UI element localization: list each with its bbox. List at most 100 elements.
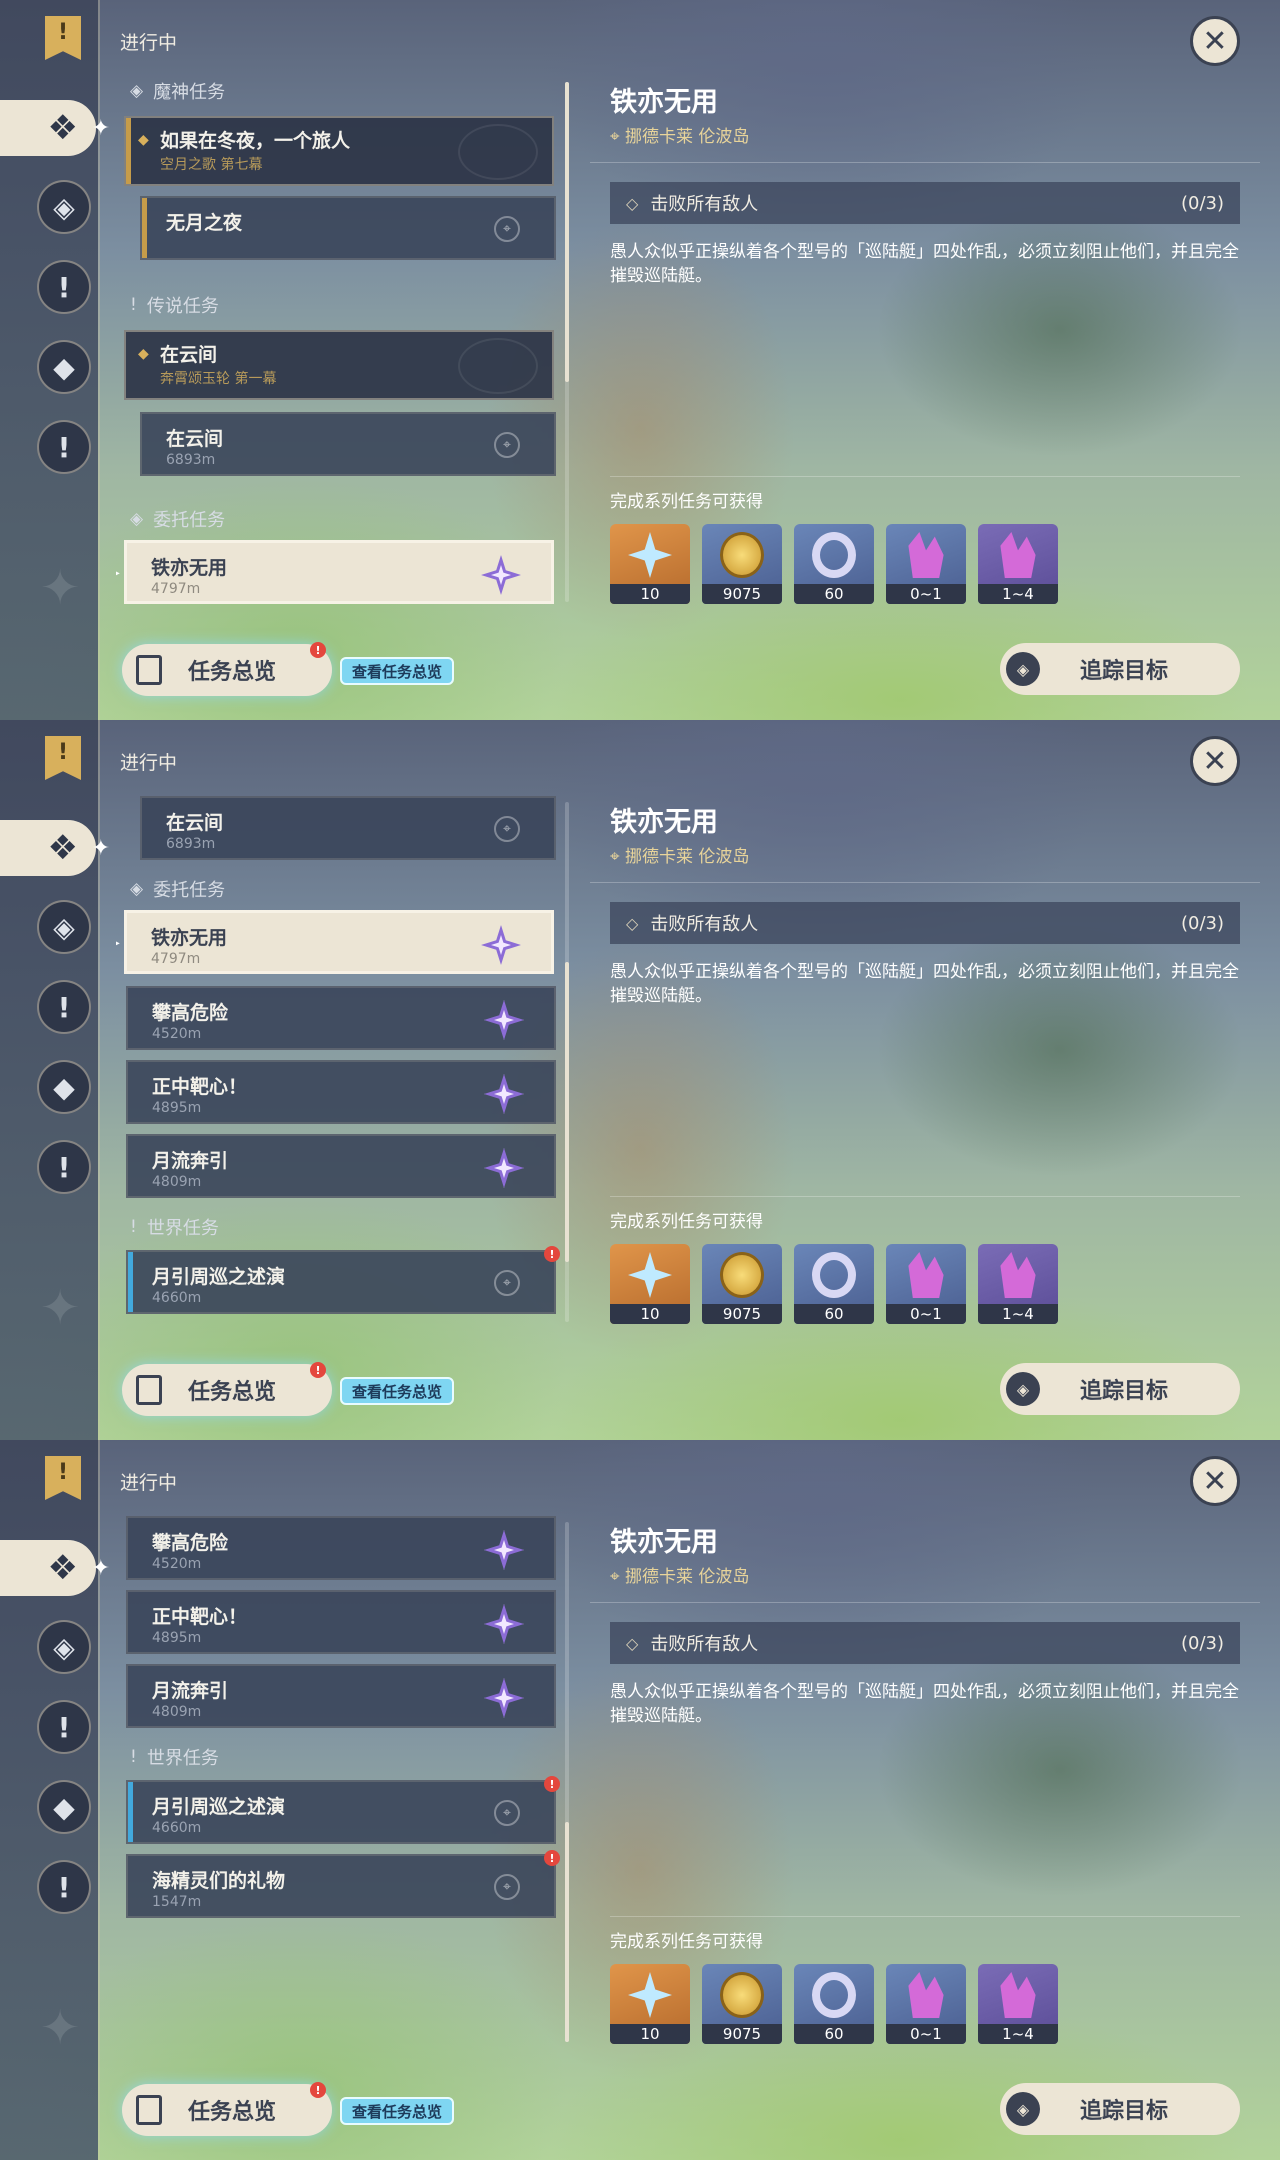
reward-exp[interactable]: 60	[794, 524, 874, 604]
crystal-icon	[908, 1972, 944, 2018]
reward-mora[interactable]: 9075	[702, 524, 782, 604]
objective-row: ◇ 击败所有敌人 (0/3)	[610, 902, 1240, 944]
crystal-cluster-icon	[1000, 532, 1036, 578]
tab-story-quests[interactable]: !	[37, 1700, 91, 1754]
commission-gem-core	[494, 1688, 514, 1708]
location-pin-icon[interactable]: ⌖	[494, 1874, 520, 1900]
tab-commission-quests[interactable]: ◆	[37, 340, 91, 394]
view-overview-hint[interactable]: 查看任务总览	[340, 1377, 455, 1405]
tab-commission-quests[interactable]: ◆	[37, 1060, 91, 1114]
scroll-thumb[interactable]	[565, 962, 569, 1262]
alert-badge-icon: !	[310, 1362, 326, 1378]
quest-item-commission-selected[interactable]: ▶ 铁亦无用 4797m	[116, 910, 554, 974]
quest-item-commission[interactable]: 正中靶心！ 4895m	[126, 1060, 556, 1124]
diamond-icon: ◇	[626, 1633, 639, 1653]
overview-button[interactable]: 任务总览 !	[122, 1362, 332, 1416]
reward-primogem[interactable]: 10	[610, 524, 690, 604]
list-scrollbar[interactable]	[565, 802, 569, 1322]
tab-all-quests[interactable]: ❖ ✦	[0, 100, 110, 156]
quest-group-archon[interactable]: ◆ 如果在冬夜，一个旅人 空月之歌 第七幕	[124, 116, 554, 186]
quest-description: 愚人众似乎正操纵着各个型号的「巡陆艇」四处作乱，必须立刻阻止他们，并且完全摧毁巡…	[610, 962, 1239, 1006]
reward-crystal-cluster[interactable]: 1~4	[978, 1964, 1058, 2044]
tab-archon-quests[interactable]: ◈	[37, 900, 91, 954]
reward-mora[interactable]: 9075	[702, 1244, 782, 1324]
mora-icon	[720, 1252, 764, 1298]
track-button[interactable]: ◈ 追踪目标	[1000, 643, 1240, 695]
tab-all-quests[interactable]: ❖ ✦	[0, 1540, 110, 1596]
location-pin-icon[interactable]: ⌖	[494, 1270, 520, 1296]
quest-title: 铁亦无用	[610, 807, 718, 838]
rail-divider	[98, 720, 100, 1440]
quest-list[interactable]: 攀高危险 4520m 正中靶心！ 4895m 月流奔引 4809m ! 世界任务 …	[116, 1512, 570, 2062]
reward-crystal[interactable]: 0~1	[886, 524, 966, 604]
quest-item-commission[interactable]: 攀高危险 4520m	[126, 986, 556, 1050]
screen-1: ✦ ✦ ! ❖✦ ◈ ! ◆ ! 进行中 ◈魔神任务 ◆ 如果在冬夜，一个旅人 …	[0, 0, 1280, 720]
quest-step-legend[interactable]: 在云间 6893m ⌖	[140, 412, 556, 476]
reward-primogem[interactable]: 10	[610, 1964, 690, 2044]
view-overview-hint[interactable]: 查看任务总览	[340, 2097, 455, 2125]
overview-button[interactable]: 任务总览 !	[122, 642, 332, 696]
close-button[interactable]: ✕	[1190, 736, 1240, 786]
track-target-icon: ◈	[1006, 2092, 1040, 2126]
quest-step-archon[interactable]: 无月之夜 ⌖	[140, 196, 556, 260]
quest-item-commission[interactable]: 月流奔引 4809m	[126, 1134, 556, 1198]
ornament-icon	[458, 124, 538, 180]
quest-location: ⌖ 挪德卡莱 伦波岛	[610, 127, 750, 147]
list-scrollbar[interactable]	[565, 1522, 569, 2042]
quest-item-commission[interactable]: 攀高危险 4520m	[126, 1516, 556, 1580]
quest-item-commission-selected[interactable]: ▶ 铁亦无用 4797m	[116, 540, 554, 604]
reward-crystal[interactable]: 0~1	[886, 1964, 966, 2044]
track-button[interactable]: ◈ 追踪目标	[1000, 2083, 1240, 2135]
reward-exp[interactable]: 60	[794, 1964, 874, 2044]
commission-gem-core	[494, 1614, 514, 1634]
tab-all-quests[interactable]: ❖ ✦	[0, 820, 110, 876]
quest-book-icon	[136, 655, 162, 685]
quest-item-commission[interactable]: 月流奔引 4809m	[126, 1664, 556, 1728]
tab-story-quests[interactable]: !	[37, 260, 91, 314]
quest-book-icon	[136, 1375, 162, 1405]
quest-group-legend[interactable]: ◆ 在云间 奔霄颂玉轮 第一幕	[124, 330, 554, 400]
tab-story-quests[interactable]: !	[37, 980, 91, 1034]
location-pin-icon[interactable]: ⌖	[494, 1800, 520, 1826]
scroll-thumb[interactable]	[565, 1822, 569, 2042]
scroll-thumb[interactable]	[565, 82, 569, 382]
quest-list[interactable]: ◈ 魔神任务 ◆ 如果在冬夜，一个旅人 空月之歌 第七幕 无月之夜 ⌖ ! 传说任务…	[116, 72, 570, 622]
tab-world-quests[interactable]: !	[37, 420, 91, 474]
list-scrollbar[interactable]	[565, 82, 569, 602]
tab-commission-quests[interactable]: ◆	[37, 1780, 91, 1834]
reward-exp[interactable]: 60	[794, 1244, 874, 1324]
quest-item-world[interactable]: 月引周巡之述演 4660m ⌖ !	[126, 1246, 560, 1314]
tab-world-quests[interactable]: !	[37, 1140, 91, 1194]
tab-archon-quests[interactable]: ◈	[37, 180, 91, 234]
location-pin-icon[interactable]: ⌖	[494, 216, 520, 242]
track-button[interactable]: ◈ 追踪目标	[1000, 1363, 1240, 1415]
reward-crystal-cluster[interactable]: 1~4	[978, 524, 1058, 604]
quest-item-world[interactable]: 海精灵们的礼物 1547m ⌖ !	[126, 1850, 560, 1918]
view-overview-hint[interactable]: 查看任务总览	[340, 657, 455, 685]
crystal-cluster-icon	[1000, 1972, 1036, 2018]
location-pin-icon[interactable]: ⌖	[494, 816, 520, 842]
close-button[interactable]: ✕	[1190, 16, 1240, 66]
exclaim-icon: !	[57, 1870, 71, 1904]
reward-crystal-cluster[interactable]: 1~4	[978, 1244, 1058, 1324]
track-target-icon: ◈	[1006, 1372, 1040, 1406]
divider	[590, 162, 1260, 163]
quest-item-commission[interactable]: 正中靶心！ 4895m	[126, 1590, 556, 1654]
divider	[590, 882, 1260, 883]
tab-world-quests[interactable]: !	[37, 1860, 91, 1914]
reward-mora[interactable]: 9075	[702, 1964, 782, 2044]
screen-2: ✦ ✦ ! ❖✦ ◈ ! ◆ ! 进行中 在云间 6893m ⌖ ◈委托任务 ▶…	[0, 720, 1280, 1440]
quest-list[interactable]: 在云间 6893m ⌖ ◈委托任务 ▶ 铁亦无用 4797m 攀高危险 4520…	[116, 792, 570, 1342]
location-pin-icon[interactable]: ⌖	[494, 432, 520, 458]
overview-button[interactable]: 任务总览 !	[122, 2082, 332, 2136]
reward-primogem[interactable]: 10	[610, 1244, 690, 1324]
tab-archon-quests[interactable]: ◈	[37, 1620, 91, 1674]
quest-item-world[interactable]: 月引周巡之述演 4660m ⌖ !	[126, 1776, 560, 1844]
quest-step-legend[interactable]: 在云间 6893m ⌖	[140, 796, 556, 860]
quest-book-icon	[136, 2095, 162, 2125]
close-icon: ✕	[1202, 23, 1228, 59]
reward-crystal[interactable]: 0~1	[886, 1244, 966, 1324]
exp-icon	[812, 532, 856, 578]
close-button[interactable]: ✕	[1190, 1456, 1240, 1506]
exclaim-icon: !	[57, 430, 71, 464]
